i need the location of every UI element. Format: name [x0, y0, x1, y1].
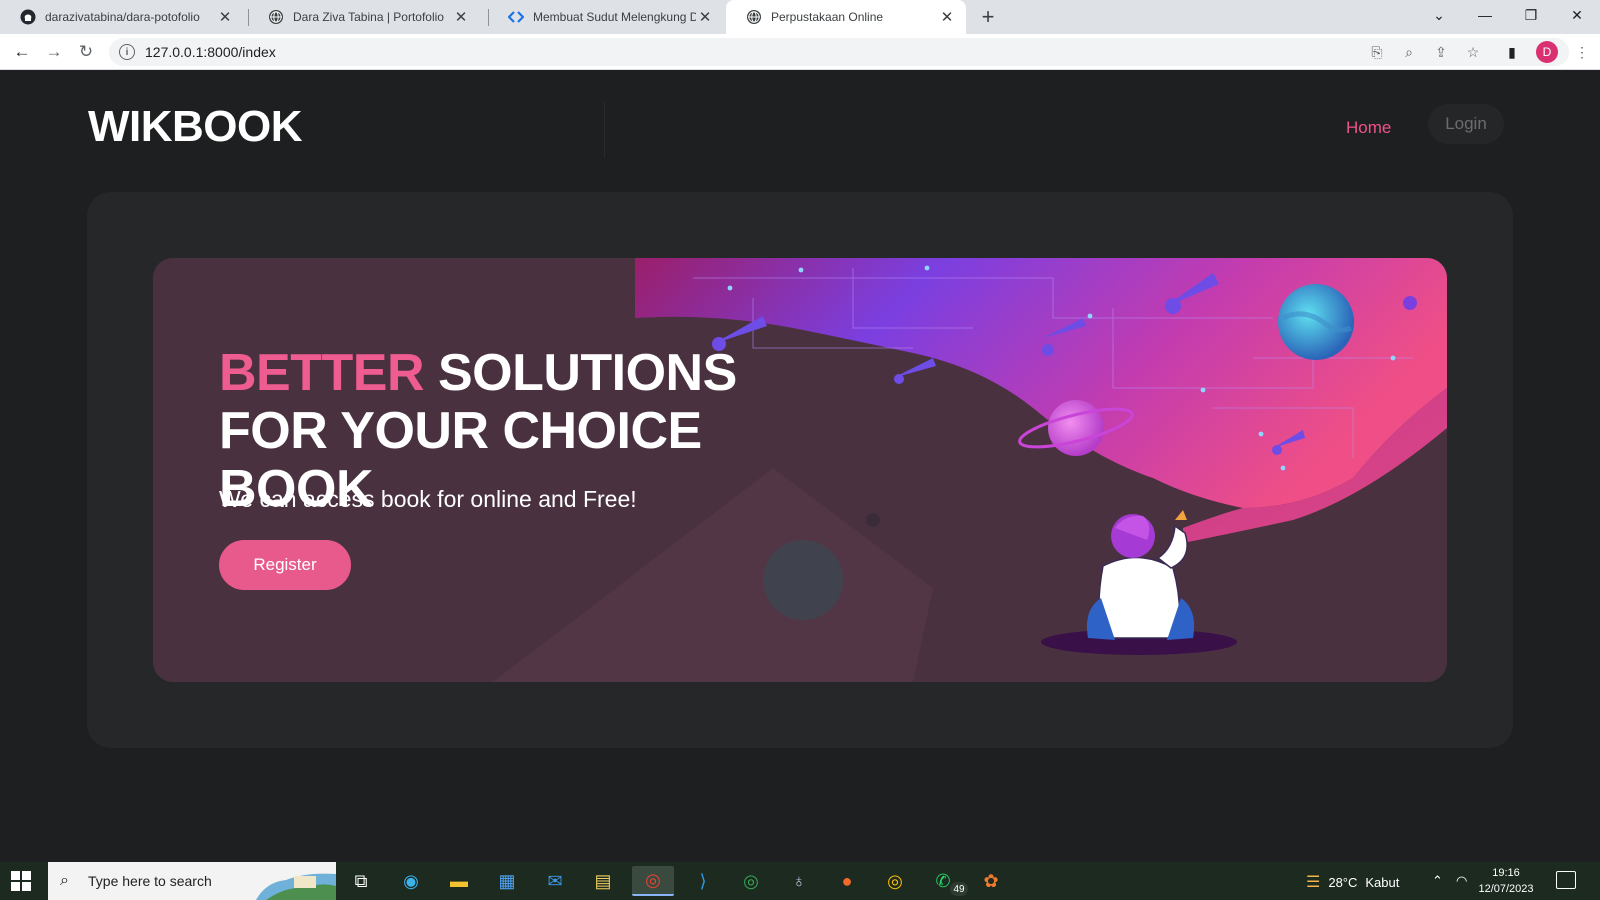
nav-home-link[interactable]: Home: [1346, 118, 1391, 138]
tab-perpustakaan[interactable]: Perpustakaan Online ✕: [726, 0, 966, 34]
close-tab-icon[interactable]: ✕: [696, 8, 714, 26]
weather-condition: Kabut: [1365, 874, 1400, 890]
taskbar-search-box[interactable]: ⌕ Type here to search: [48, 862, 336, 900]
web-page: WIKBOOK Home Login BETTER SOLUTIONS FOR …: [0, 70, 1600, 862]
whatsapp-badge: 49: [950, 882, 968, 896]
store-icon[interactable]: ▦: [492, 866, 522, 896]
nav-login-button[interactable]: Login: [1428, 104, 1504, 144]
weather-temp: 28°C: [1328, 874, 1358, 890]
url-text: 127.0.0.1:8000/index: [145, 44, 276, 60]
mail-icon[interactable]: ✉: [540, 866, 570, 896]
back-icon[interactable]: ←: [10, 40, 34, 64]
browser-toolbar: ← → ↻ i 127.0.0.1:8000/index ⎘ ⌕ ⇪ ☆ ▮ D…: [0, 34, 1600, 70]
header-divider: [604, 102, 605, 158]
file-explorer-icon[interactable]: ▬: [444, 866, 474, 896]
close-tab-icon[interactable]: ✕: [452, 8, 470, 26]
tab-membuat-sudut[interactable]: Membuat Sudut Melengkung De ✕: [488, 0, 724, 34]
minimize-icon[interactable]: —: [1462, 0, 1508, 30]
side-panel-icon[interactable]: ▮: [1502, 42, 1522, 62]
tab-portofolio[interactable]: Dara Ziva Tabina | Portofolio ✕: [248, 0, 480, 34]
new-tab-button[interactable]: +: [976, 4, 1000, 29]
browser-tab-strip: darazivatabina/dara-potofolio ✕ Dara Ziv…: [0, 0, 1600, 34]
hero-subtext: We can access book for online and Free!: [219, 486, 637, 512]
wifi-icon[interactable]: ◠: [1456, 873, 1467, 889]
windows-taskbar: ⌕ Type here to search ⧉ ◉ ▬ ▦ ✉ ▤ ◎ ⟩ ◎ …: [0, 862, 1600, 900]
profile-avatar[interactable]: D: [1536, 41, 1558, 63]
tab-title: Perpustakaan Online: [771, 10, 884, 24]
reload-icon[interactable]: ↻: [74, 40, 98, 64]
xampp-icon[interactable]: ✿: [976, 866, 1006, 896]
windows-start-icon[interactable]: [10, 870, 32, 892]
close-tab-icon[interactable]: ✕: [216, 8, 234, 26]
zoom-icon[interactable]: ⌕: [1399, 42, 1419, 62]
notepad-icon[interactable]: ▤: [588, 866, 618, 896]
headline-accent: BETTER: [219, 344, 425, 402]
taskbar-clock[interactable]: 19:16 12/07/2023: [1476, 865, 1536, 897]
search-placeholder: Type here to search: [88, 873, 212, 889]
search-icon: ⌕: [60, 872, 69, 889]
tray-chevron-icon[interactable]: ⌃: [1432, 873, 1443, 889]
notification-icon[interactable]: [1556, 871, 1576, 889]
chrome-icon[interactable]: ◎: [880, 866, 910, 896]
postgres-icon[interactable]: ♁: [784, 866, 814, 896]
task-view-icon[interactable]: ⧉: [346, 866, 376, 896]
hero-banner: BETTER SOLUTIONS FOR YOUR CHOICE BOOK We…: [153, 258, 1447, 682]
site-logo[interactable]: WIKBOOK: [88, 102, 303, 152]
globe-icon: [268, 9, 284, 25]
weather-fog-icon: ☰: [1306, 874, 1321, 891]
address-bar[interactable]: i 127.0.0.1:8000/index: [109, 38, 1569, 66]
register-button[interactable]: Register: [219, 540, 351, 590]
edge-icon[interactable]: ◉: [396, 866, 426, 896]
clock-time: 19:16: [1492, 867, 1520, 879]
translate-icon[interactable]: ⎘: [1367, 42, 1387, 62]
share-icon[interactable]: ⇪: [1431, 42, 1451, 62]
github-icon: [20, 9, 36, 25]
close-tab-icon[interactable]: ✕: [938, 8, 956, 26]
restore-icon[interactable]: ❐: [1508, 0, 1554, 30]
forward-icon[interactable]: →: [42, 40, 66, 64]
vscode-icon[interactable]: ⟩: [688, 866, 718, 896]
site-info-icon[interactable]: i: [119, 44, 135, 60]
tab-title: Dara Ziva Tabina | Portofolio: [293, 10, 444, 24]
search-highlight-image: [256, 873, 336, 900]
tab-search-icon[interactable]: ⌄: [1416, 0, 1462, 30]
tab-title: darazivatabina/dara-potofolio: [45, 10, 200, 24]
weather-widget[interactable]: ☰ 28°C Kabut: [1306, 872, 1399, 892]
menu-kebab-icon[interactable]: ⋮: [1572, 42, 1592, 62]
chrome-profile-icon[interactable]: ◎: [632, 866, 674, 896]
postman-icon[interactable]: ●: [832, 866, 862, 896]
clock-date: 12/07/2023: [1478, 883, 1534, 895]
tab-title: Membuat Sudut Melengkung De: [533, 10, 696, 24]
tab-github[interactable]: darazivatabina/dara-potofolio ✕: [0, 0, 244, 34]
chrome-icon[interactable]: ◎: [736, 866, 766, 896]
close-window-icon[interactable]: ✕: [1554, 0, 1600, 30]
globe-icon: [746, 9, 762, 25]
code-icon: [508, 9, 524, 25]
bookmark-star-icon[interactable]: ☆: [1463, 42, 1483, 62]
